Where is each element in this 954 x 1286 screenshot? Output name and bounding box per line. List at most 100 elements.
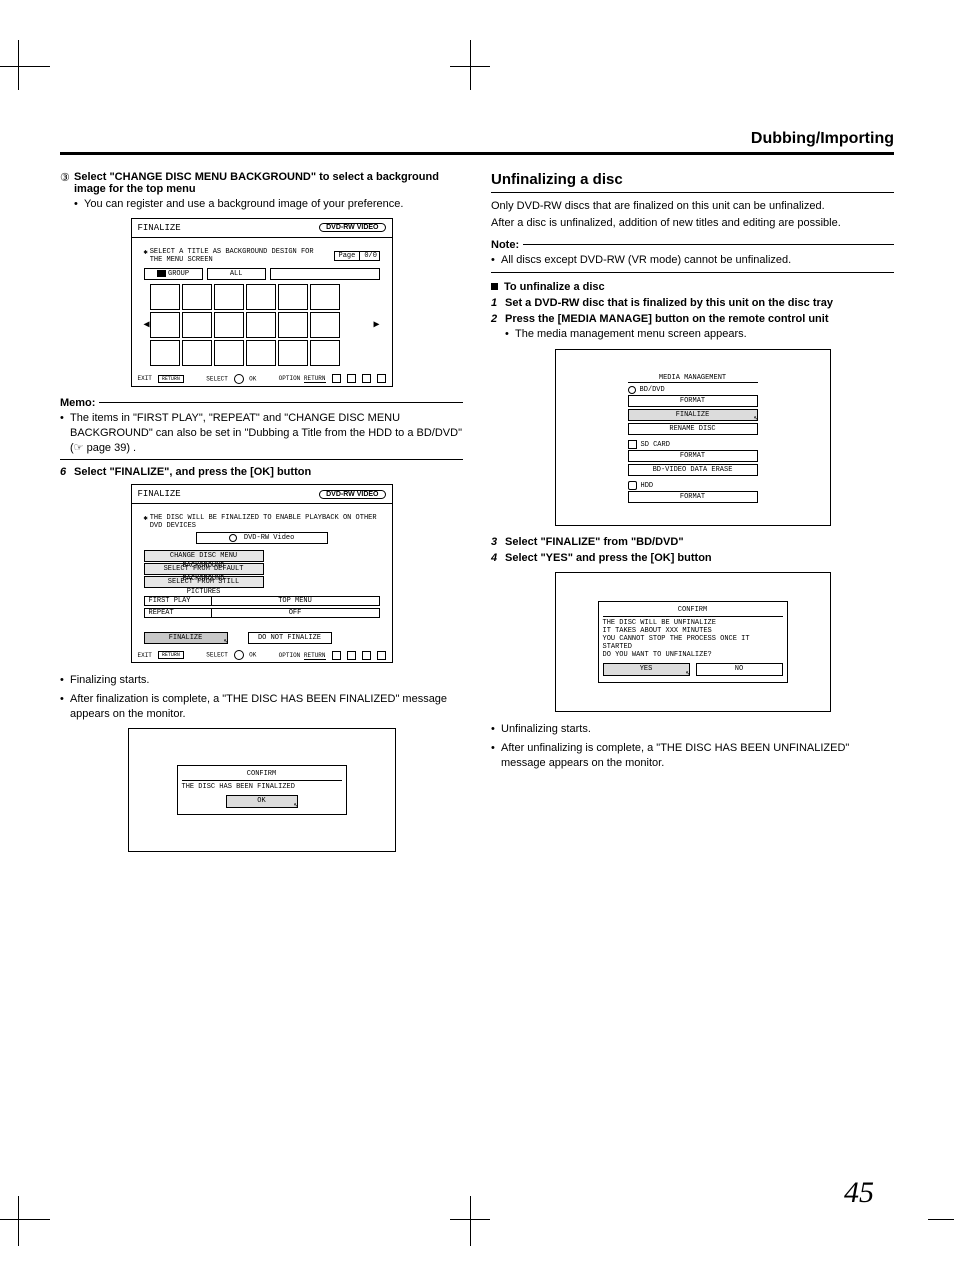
return-button: RETURN	[158, 375, 184, 383]
confirm-line: DO YOU WANT TO UNFINALIZE?	[603, 651, 783, 659]
heading-unfinalize: Unfinalizing a disc	[491, 171, 894, 193]
note-text: All discs except DVD-RW (VR mode) cannot…	[501, 253, 791, 268]
folder-icon	[157, 270, 166, 277]
screenshot-media-management: MEDIA MANAGEMENT BD/DVD FORMAT FINALIZE …	[555, 349, 831, 526]
menu-format-hdd: FORMAT	[628, 491, 758, 503]
cursor-icon: ↖	[686, 668, 691, 679]
option-change-bg: CHANGE DISC MENU BACKGROUND	[144, 550, 264, 562]
prompt-star: ✱	[144, 248, 148, 264]
memo-rule	[60, 459, 463, 460]
page-value: 0/0	[360, 252, 381, 260]
step-number: 4	[491, 552, 505, 564]
bullet: • Finalizing starts.	[60, 673, 463, 688]
menu-format: FORMAT	[628, 395, 758, 407]
repeat-label: REPEAT	[145, 609, 212, 617]
bullet: • After unfinalizing is complete, a "THE…	[491, 741, 894, 771]
crop-mark	[928, 1219, 954, 1220]
option-default-bg: SELECT FROM DEFAULT BACKGROUND	[144, 563, 264, 575]
exit-label: EXIT	[138, 652, 152, 659]
memo-header: Memo:	[60, 397, 463, 409]
dialog-title: FINALIZE	[138, 223, 181, 233]
page-number: 45	[844, 1176, 874, 1210]
finalize-button: FINALIZE ↖	[144, 632, 228, 644]
group-hdd: HDD	[641, 482, 654, 490]
step-number: 3	[491, 536, 505, 548]
step-title: Press the [MEDIA MANAGE] button on the r…	[505, 313, 894, 325]
disc-type-badge: DVD-RW VIDEO	[319, 223, 385, 232]
memo-text: The items in "FIRST PLAY", "REPEAT" and …	[70, 411, 463, 456]
select-label: SELECT	[206, 375, 228, 382]
step-number: 2	[491, 313, 505, 325]
paragraph: Only DVD-RW discs that are finalized on …	[491, 199, 894, 214]
cursor-icon: ↖	[294, 800, 299, 811]
note-header: Note:	[491, 239, 894, 251]
confirm-title: CONFIRM	[603, 606, 783, 617]
step-title: Select "FINALIZE", and press the [OK] bu…	[74, 466, 463, 478]
bullet: • After finalization is complete, a "THE…	[60, 692, 463, 722]
bullet: • Unfinalizing starts.	[491, 722, 894, 737]
screenshot-finalize-options: FINALIZE DVD-RW VIDEO ✱ THE DISC WILL BE…	[131, 484, 393, 663]
square-bullet-icon	[491, 283, 498, 290]
bullet-text: Finalizing starts.	[70, 673, 149, 688]
prompt: THE DISC WILL BE FINALIZED TO ENABLE PLA…	[150, 514, 380, 530]
step-number: 1	[491, 297, 505, 309]
confirm-line: YOU CANNOT STOP THE PROCESS ONCE IT STAR…	[603, 635, 783, 651]
memo-bullet: • The items in "FIRST PLAY", "REPEAT" an…	[60, 411, 463, 456]
confirm-line: IT TAKES ABOUT XXX MINUTES	[603, 627, 783, 635]
step-4: 4 Select "YES" and press the [OK] button	[491, 552, 894, 564]
crop-mark	[470, 1196, 471, 1246]
disc-label: DVD-RW Video	[244, 534, 294, 542]
disc-type-badge: DVD-RW VIDEO	[319, 490, 385, 499]
sub-heading: To unfinalize a disc	[491, 281, 894, 293]
confirm-line: THE DISC WILL BE UNFINALIZE	[603, 619, 783, 627]
sd-icon	[628, 440, 637, 449]
step-title: Set a DVD-RW disc that is finalized by t…	[505, 297, 894, 309]
bullet-text: The media management menu screen appears…	[515, 327, 747, 342]
left-column: ③ Select "CHANGE DISC MENU BACKGROUND" t…	[60, 171, 463, 862]
cursor-icon: ↖	[224, 637, 229, 647]
nav-pad-icon	[234, 374, 244, 384]
bullet: • You can register and use a background …	[74, 197, 463, 212]
paragraph: After a disc is unfinalized, addition of…	[491, 216, 894, 231]
bullet-text: Unfinalizing starts.	[501, 722, 591, 737]
crop-mark	[470, 40, 471, 90]
step-title: Select "CHANGE DISC MENU BACKGROUND" to …	[74, 171, 463, 195]
step-3: ③ Select "CHANGE DISC MENU BACKGROUND" t…	[60, 171, 463, 195]
step-title: Select "YES" and press the [OK] button	[505, 552, 894, 564]
dialog-title: MEDIA MANAGEMENT	[628, 372, 758, 383]
note-label: Note:	[491, 239, 519, 251]
right-arrow-icon: ▶	[373, 319, 379, 331]
menu-rename: RENAME DISC	[628, 423, 758, 435]
note-rule	[491, 272, 894, 273]
bullet-text: After finalization is complete, a "THE D…	[70, 692, 463, 722]
yes-button: YES ↖	[603, 663, 690, 676]
bullet-text: You can register and use a background im…	[84, 197, 403, 212]
option-label: OPTION	[279, 375, 301, 382]
step-6: 6 Select "FINALIZE", and press the [OK] …	[60, 466, 463, 478]
menu-bd-erase: BD-VIDEO DATA ERASE	[628, 464, 758, 476]
repeat-value: OFF	[212, 609, 379, 617]
bullet: • The media management menu screen appea…	[505, 327, 894, 342]
group-sd: SD CARD	[641, 441, 670, 449]
prompt-star: ✱	[144, 514, 148, 530]
confirm-message: THE DISC HAS BEEN FINALIZED	[182, 783, 342, 791]
crop-mark	[0, 66, 50, 67]
crop-mark	[0, 1219, 50, 1220]
ok-label: OK	[249, 375, 256, 382]
manual-page: Dubbing/Importing ③ Select "CHANGE DISC …	[0, 0, 954, 1286]
confirm-title: CONFIRM	[182, 770, 342, 781]
hdd-icon	[628, 481, 637, 490]
right-column: Unfinalizing a disc Only DVD-RW discs th…	[491, 171, 894, 862]
first-play-value: TOP MENU	[212, 597, 379, 605]
nav-pad-icon	[234, 650, 244, 660]
step-number: 6	[60, 466, 74, 478]
group-button: GROUP	[168, 269, 189, 279]
screenshot-confirm-finalized: CONFIRM THE DISC HAS BEEN FINALIZED OK ↖	[128, 728, 396, 852]
bullet-text: After unfinalizing is complete, a "THE D…	[501, 741, 894, 771]
step-1: 1 Set a DVD-RW disc that is finalized by…	[491, 297, 894, 309]
crop-mark	[18, 40, 19, 90]
dialog-title: FINALIZE	[138, 489, 181, 499]
sub-heading-text: To unfinalize a disc	[504, 281, 605, 293]
first-play-label: FIRST PLAY	[145, 597, 212, 605]
note-bullet: • All discs except DVD-RW (VR mode) cann…	[491, 253, 894, 268]
